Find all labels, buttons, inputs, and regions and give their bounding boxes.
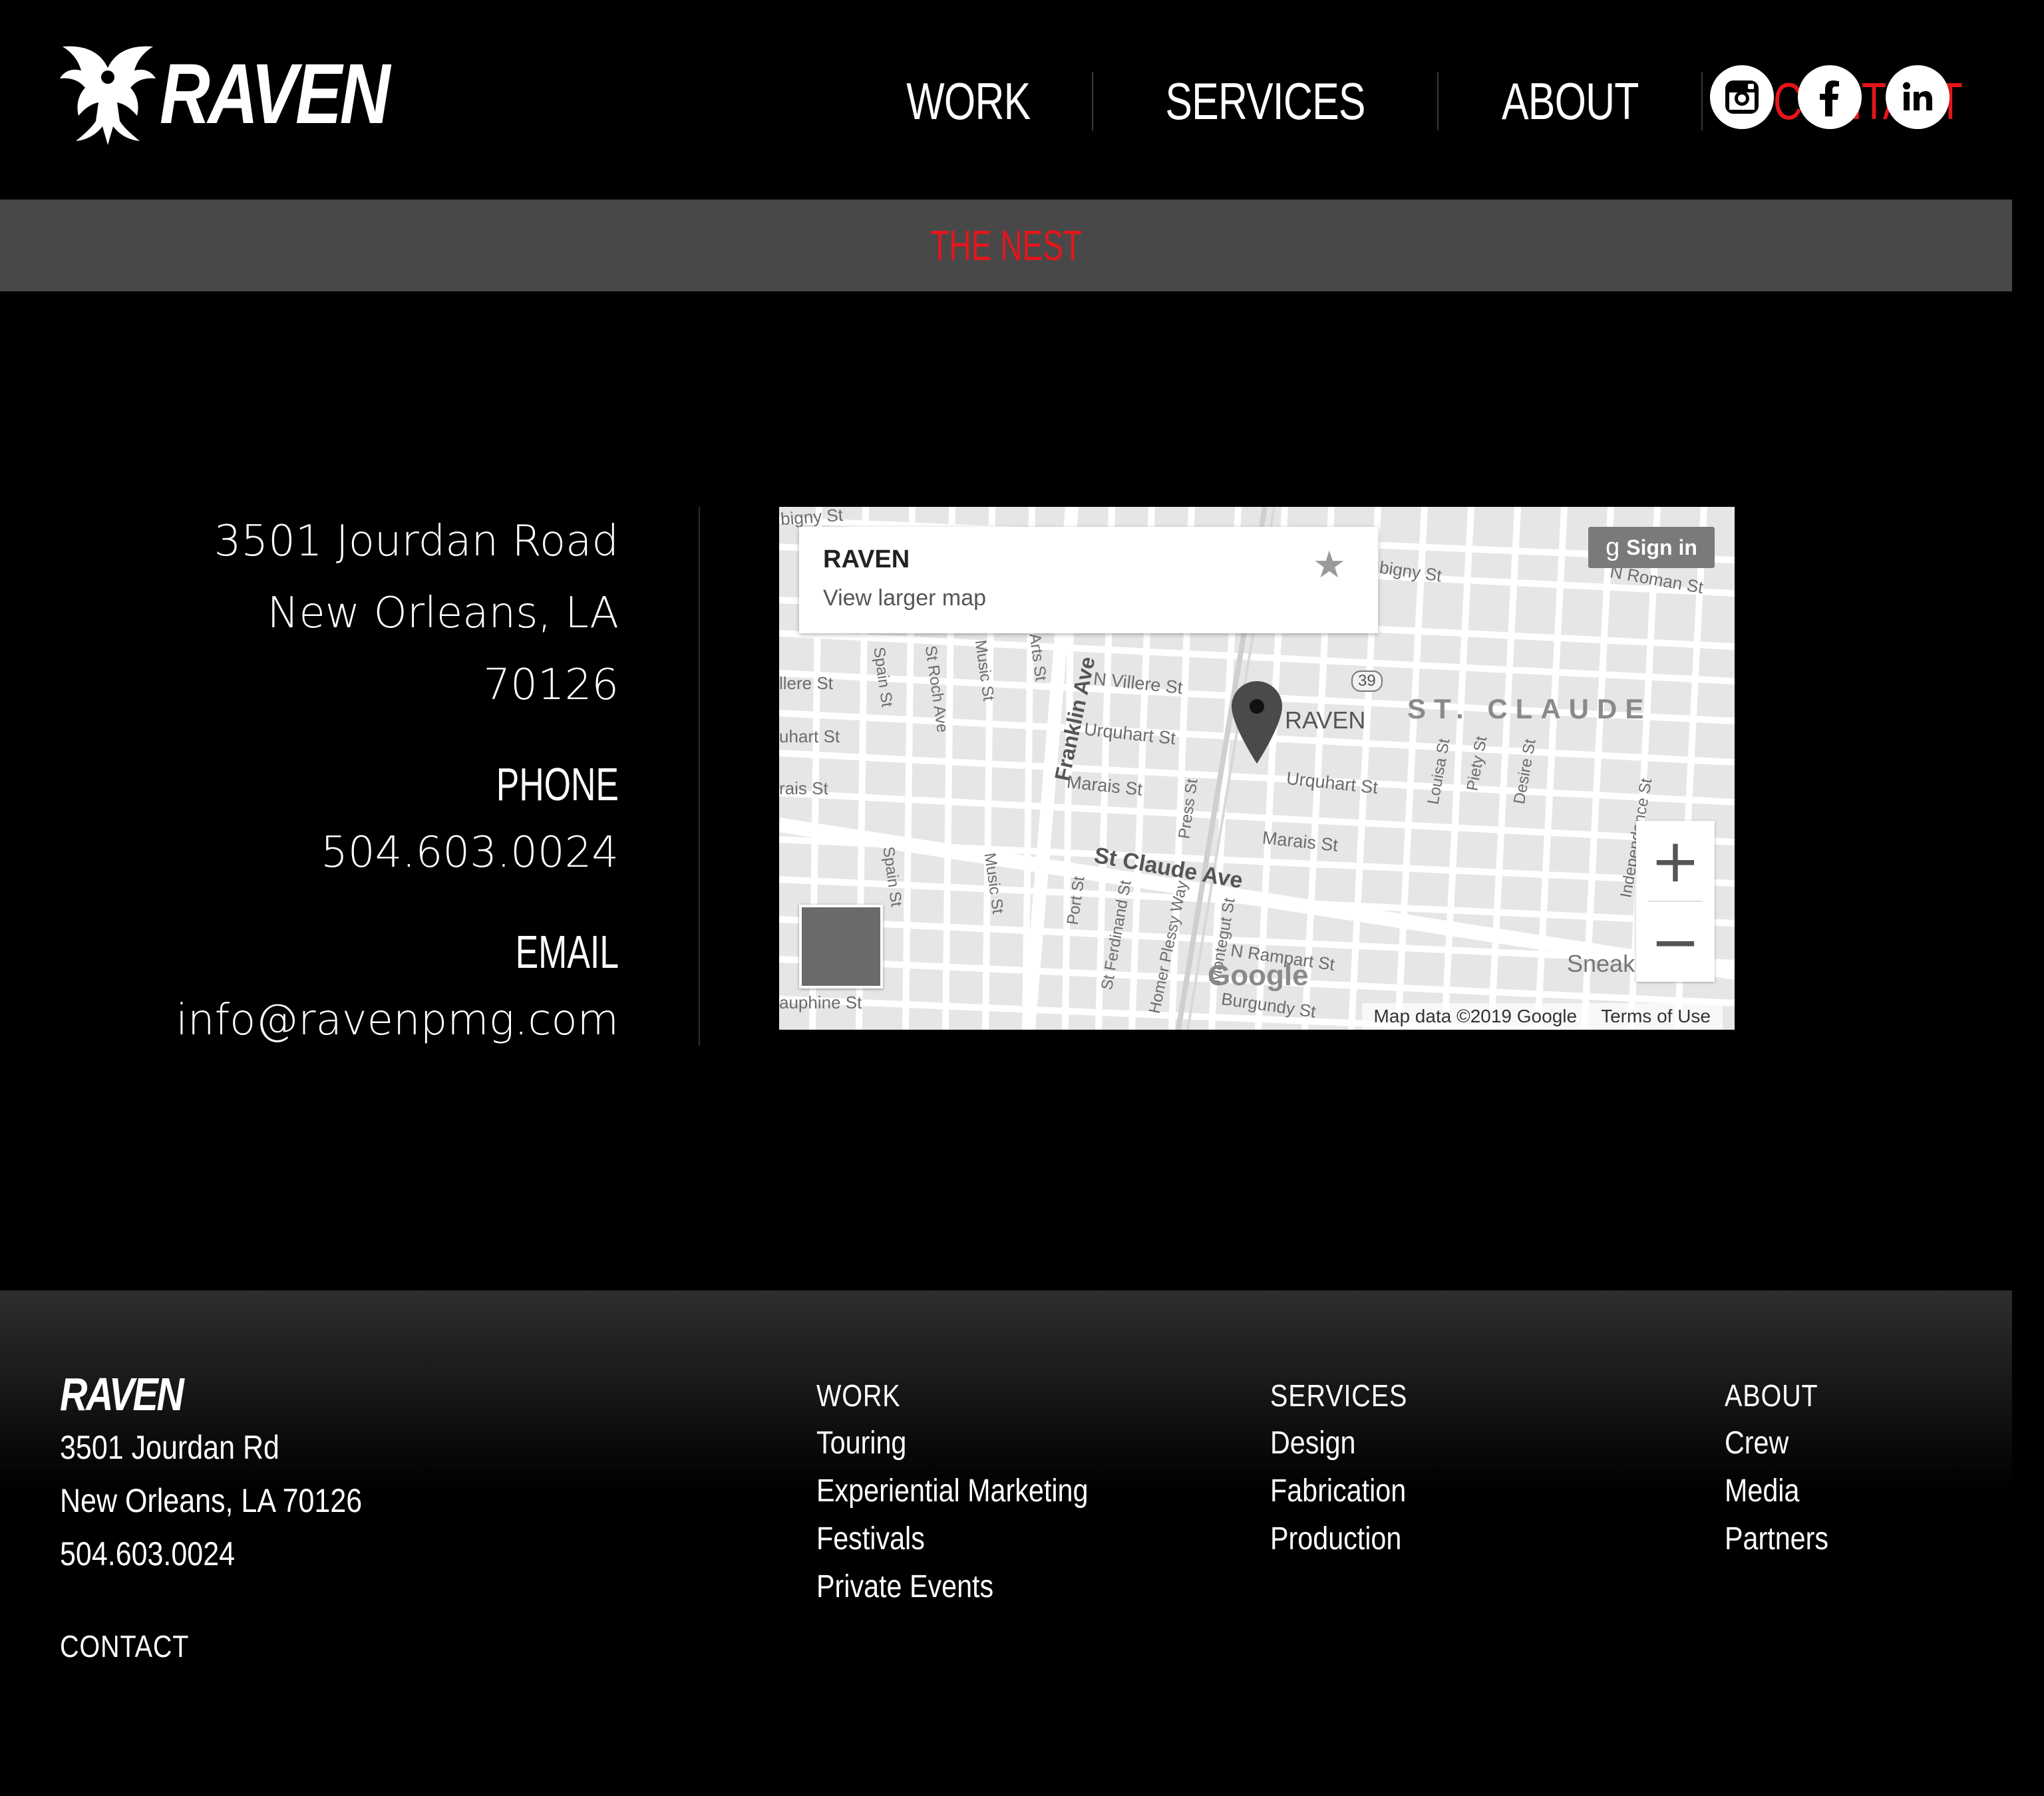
- map-place-name: RAVEN: [823, 545, 910, 573]
- map-street-label: Sneak: [1567, 950, 1635, 977]
- footer-link[interactable]: Experiential Marketing: [816, 1467, 1088, 1515]
- map-pin-icon: [1232, 681, 1282, 764]
- contact-info: 3501 Jourdan Road New Orleans, LA 70126 …: [120, 506, 619, 1056]
- footer-address-line-2: New Orleans, LA 70126: [60, 1482, 363, 1519]
- footer-heading[interactable]: WORK: [816, 1372, 1088, 1420]
- footer-column-work: WORK Touring Experiential Marketing Fest…: [816, 1372, 1132, 1611]
- site-footer: RAVEN 3501 Jourdan Rd New Orleans, LA 70…: [0, 1290, 2012, 1796]
- page-title: THE NEST: [930, 222, 1082, 269]
- footer-contact-link[interactable]: CONTACT: [60, 1628, 189, 1664]
- footer-address: 3501 Jourdan Rd New Orleans, LA 70126 50…: [60, 1421, 411, 1580]
- footer-heading[interactable]: SERVICES: [1270, 1372, 1407, 1420]
- phone-heading: PHONE: [496, 758, 619, 810]
- nav-work[interactable]: WORK: [872, 67, 1065, 136]
- zoom-in-icon[interactable]: +: [1636, 821, 1715, 901]
- nav-divider: [1091, 72, 1093, 130]
- google-g-icon: g: [1606, 533, 1620, 561]
- phone-number[interactable]: 504.603.0024: [120, 817, 619, 889]
- terms-of-use-link[interactable]: Terms of Use: [1601, 1006, 1711, 1027]
- email-heading: EMAIL: [515, 926, 619, 978]
- map-pin-label: RAVEN: [1285, 706, 1366, 734]
- footer-address-line-1: 3501 Jourdan Rd: [60, 1429, 279, 1466]
- facebook-icon: [1820, 80, 1839, 116]
- nav-divider: [1701, 72, 1703, 130]
- footer-link[interactable]: Production: [1270, 1515, 1407, 1563]
- nav-about[interactable]: ABOUT: [1467, 67, 1673, 136]
- save-star-icon[interactable]: ★: [1313, 543, 1346, 587]
- map-street-label: uhart St: [779, 726, 840, 746]
- footer-heading[interactable]: ABOUT: [1725, 1372, 1828, 1420]
- site-header: RAVEN WORK SERVICES ABOUT CONTACT: [0, 0, 2012, 200]
- raven-bird-icon: [60, 46, 156, 146]
- address-line-1: 3501 Jourdan Road: [214, 517, 619, 566]
- google-logo: Google: [1208, 959, 1309, 992]
- address-line-2: New Orleans, LA 70126: [267, 589, 619, 710]
- instagram-icon: [1725, 80, 1759, 114]
- footer-column-services: SERVICES Design Fabrication Production: [1270, 1372, 1430, 1563]
- map-street-label: rais St: [779, 778, 828, 798]
- satellite-toggle[interactable]: [799, 905, 883, 988]
- footer-link[interactable]: Private Events: [816, 1563, 1088, 1611]
- page-banner: THE NEST: [0, 200, 2012, 291]
- logo-wordmark: RAVEN: [160, 47, 390, 142]
- footer-link[interactable]: Fabrication: [1270, 1467, 1407, 1515]
- footer-link[interactable]: Crew: [1725, 1420, 1828, 1467]
- nav-divider: [1437, 72, 1439, 130]
- footer-column-about: ABOUT Crew Media Partners: [1725, 1372, 1845, 1563]
- map-zoom-controls: + −: [1636, 821, 1715, 982]
- footer-link[interactable]: Design: [1270, 1420, 1407, 1467]
- embedded-map[interactable]: bigny St bigny St N Roman St N Villere S…: [779, 507, 1735, 1030]
- social-links: [1710, 65, 1950, 129]
- map-info-card: RAVEN View larger map ★: [799, 527, 1378, 633]
- footer-link[interactable]: Touring: [816, 1420, 1088, 1467]
- footer-link[interactable]: Media: [1725, 1467, 1828, 1515]
- facebook-link[interactable]: [1798, 65, 1862, 129]
- map-attribution: Map data ©2019 Google Terms of Use: [1361, 1003, 1723, 1030]
- map-neighborhood-label: ST. CLAUDE: [1407, 693, 1652, 724]
- map-street-label: auphine St: [779, 992, 862, 1012]
- footer-phone[interactable]: 504.603.0024: [60, 1527, 362, 1580]
- linkedin-link[interactable]: [1886, 65, 1950, 129]
- footer-logo[interactable]: RAVEN: [60, 1368, 184, 1421]
- view-larger-map-link[interactable]: View larger map: [823, 585, 986, 611]
- footer-link[interactable]: Festivals: [816, 1515, 1088, 1563]
- instagram-link[interactable]: [1710, 65, 1774, 129]
- logo[interactable]: RAVEN: [59, 41, 438, 148]
- map-street-label: llere St: [779, 673, 833, 693]
- email-address[interactable]: info@ravenpmg.com: [120, 984, 619, 1056]
- map-sign-in-button[interactable]: g Sign in: [1588, 527, 1715, 568]
- route-39-shield: 39: [1351, 671, 1383, 692]
- page: RAVEN WORK SERVICES ABOUT CONTACT THE NE…: [0, 0, 2012, 1796]
- zoom-out-icon[interactable]: −: [1636, 902, 1715, 982]
- footer-link[interactable]: Partners: [1725, 1515, 1828, 1563]
- map-data-credit: Map data ©2019 Google: [1373, 1006, 1578, 1026]
- nav-services[interactable]: SERVICES: [1131, 67, 1399, 136]
- contact-divider: [699, 507, 700, 1046]
- linkedin-icon: [1903, 82, 1932, 110]
